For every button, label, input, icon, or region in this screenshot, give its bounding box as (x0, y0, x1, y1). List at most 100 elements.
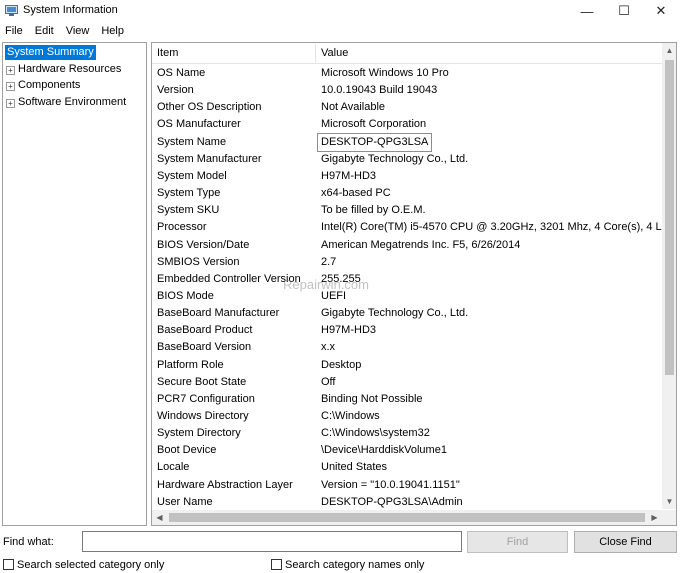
tree-item-components[interactable]: + Components (6, 78, 80, 93)
row-value-cell: C:\Windows\system32 (321, 427, 430, 440)
row-item-cell: SMBIOS Version (157, 255, 240, 268)
expand-icon[interactable]: + (6, 99, 15, 108)
search-selected-category-checkbox[interactable]: Search selected category only (3, 558, 164, 571)
tree-item-label: Components (18, 79, 81, 91)
table-row[interactable]: Windows Directory C:\Windows (152, 408, 662, 425)
row-item-cell: BaseBoard Manufacturer (157, 307, 280, 320)
close-find-button[interactable]: Close Find (574, 531, 677, 553)
table-row[interactable]: Platform Role Desktop (152, 357, 662, 374)
row-value-cell: Binding Not Possible (321, 392, 423, 405)
scroll-up-arrow-icon[interactable]: ▲ (662, 43, 676, 58)
row-value-cell: Desktop (321, 358, 362, 371)
menu-edit[interactable]: Edit (30, 25, 61, 37)
find-what-input[interactable] (82, 531, 462, 552)
table-row[interactable]: BaseBoard Product H97M-HD3 (152, 322, 662, 339)
find-what-label: Find what: (3, 536, 54, 548)
close-button[interactable]: ✕ (644, 0, 678, 22)
row-item-cell: Platform Role (157, 358, 224, 371)
table-row[interactable]: Locale United States (152, 459, 662, 476)
table-row[interactable]: BaseBoard Manufacturer Gigabyte Technolog… (152, 305, 662, 322)
row-item-cell: Locale (157, 461, 190, 474)
title-bar: System Information — ☐ ✕ (0, 0, 680, 22)
menu-file[interactable]: File (0, 25, 30, 37)
column-header-value[interactable]: Value (316, 43, 348, 64)
row-item-cell: BaseBoard Product (157, 324, 253, 337)
category-tree[interactable]: System Summary + Hardware Resources + Comp… (2, 42, 147, 526)
table-row[interactable]: User Name DESKTOP-QPG3LSA\Admin (152, 494, 662, 510)
tree-item-system-summary[interactable]: System Summary (5, 45, 96, 60)
row-item-cell: OS Name (157, 67, 206, 79)
table-row[interactable]: System Model H97M-HD3 (152, 168, 662, 185)
search-category-names-checkbox[interactable]: Search category names only (271, 558, 424, 571)
table-row[interactable]: Embedded Controller Version 255.255 (152, 271, 662, 288)
row-item-cell: Hardware Abstraction Layer (157, 478, 293, 491)
row-value-cell: Version = "10.0.19041.1151" (321, 478, 460, 491)
scroll-down-arrow-icon[interactable]: ▼ (662, 494, 676, 509)
column-header-item[interactable]: Item (152, 43, 178, 64)
table-row[interactable]: OS Name Microsoft Windows 10 Pro (152, 65, 662, 82)
tree-item-software-environment[interactable]: + Software Environment (6, 95, 126, 110)
checkbox-label: Search category names only (285, 558, 425, 571)
table-row[interactable]: System SKU To be filled by O.E.M. (152, 202, 662, 219)
row-value-cell: Gigabyte Technology Co., Ltd. (321, 307, 469, 320)
row-value-cell: Microsoft Corporation (321, 118, 427, 131)
table-row[interactable]: BIOS Version/Date American Megatrends Inc… (152, 237, 662, 254)
table-row[interactable]: OS Manufacturer Microsoft Corporation (152, 116, 662, 133)
maximize-button[interactable]: ☐ (607, 0, 641, 22)
row-value-cell: C:\Windows (321, 410, 380, 422)
row-item-cell: BIOS Mode (157, 289, 214, 302)
table-row[interactable]: Secure Boot State Off (152, 374, 662, 391)
row-item-cell: System Directory (157, 427, 241, 440)
row-value-cell: Not Available (321, 101, 386, 114)
details-list[interactable]: Item Value OS Name Microsoft Windows 10 P… (151, 42, 677, 526)
expand-icon[interactable]: + (6, 66, 15, 75)
table-row[interactable]: Version 10.0.19043 Build 19043 (152, 82, 662, 99)
find-button[interactable]: Find (467, 531, 568, 553)
row-value-cell: 2.7 (321, 255, 337, 268)
table-row[interactable]: System Type x64-based PC (152, 185, 662, 202)
scroll-right-arrow-icon[interactable]: ▶ (647, 510, 662, 525)
horizontal-scrollbar[interactable]: ◀ ▶ (152, 510, 662, 525)
vertical-scrollbar[interactable]: ▲ ▼ (662, 43, 676, 509)
vertical-scroll-thumb[interactable] (665, 60, 674, 375)
horizontal-scroll-thumb[interactable] (169, 513, 645, 522)
tree-item-hardware-resources[interactable]: + Hardware Resources (6, 62, 121, 77)
checkbox-box[interactable] (3, 559, 14, 570)
row-value-cell: American Megatrends Inc. F5, 6/26/2014 (321, 238, 521, 251)
row-item-cell: Secure Boot State (157, 375, 247, 388)
system-information-icon (5, 5, 18, 16)
row-item-cell: Other OS Description (157, 101, 262, 114)
watermark: Repairwin.com (283, 277, 369, 292)
menu-help[interactable]: Help (96, 25, 131, 37)
table-row[interactable]: Boot Device \Device\HarddiskVolume1 (152, 442, 662, 459)
row-value-cell: 10.0.19043 Build 19043 (321, 84, 438, 97)
list-header: Item Value (152, 43, 662, 64)
table-row[interactable]: Processor Intel(R) Core(TM) i5-4570 CPU @… (152, 219, 662, 236)
row-value-cell: H97M-HD3 (321, 324, 377, 337)
table-row[interactable]: System Manufacturer Gigabyte Technology C… (152, 151, 662, 168)
tree-item-label: Software Environment (18, 96, 127, 108)
row-item-cell: System SKU (157, 204, 220, 217)
menu-view[interactable]: View (61, 25, 97, 37)
row-item-cell: Boot Device (157, 444, 217, 457)
row-item-cell: OS Manufacturer (157, 118, 241, 131)
expand-icon[interactable]: + (6, 82, 15, 91)
row-value-cell: H97M-HD3 (321, 169, 377, 182)
table-row[interactable]: BIOS Mode UEFI (152, 288, 662, 305)
table-row[interactable]: BaseBoard Version x.x (152, 339, 662, 356)
table-row[interactable]: System Name DESKTOP-QPG3LSA (152, 132, 662, 152)
row-item-cell: System Type (157, 187, 221, 200)
tree-item-label: System Summary (7, 46, 94, 58)
menu-bar: File Edit View Help (0, 22, 680, 40)
row-value-cell: To be filled by O.E.M. (321, 204, 426, 217)
table-row[interactable]: Other OS Description Not Available (152, 99, 662, 116)
table-row[interactable]: Hardware Abstraction Layer Version = "10.… (152, 477, 662, 494)
minimize-button[interactable]: — (570, 0, 604, 22)
row-value-cell: \Device\HarddiskVolume1 (321, 444, 447, 457)
row-item-cell: System Name (157, 135, 227, 148)
scroll-left-arrow-icon[interactable]: ◀ (152, 510, 167, 525)
checkbox-box[interactable] (271, 559, 282, 570)
table-row[interactable]: SMBIOS Version 2.7 (152, 254, 662, 271)
table-row[interactable]: System Directory C:\Windows\system32 (152, 425, 662, 442)
table-row[interactable]: PCR7 Configuration Binding Not Possible (152, 391, 662, 408)
